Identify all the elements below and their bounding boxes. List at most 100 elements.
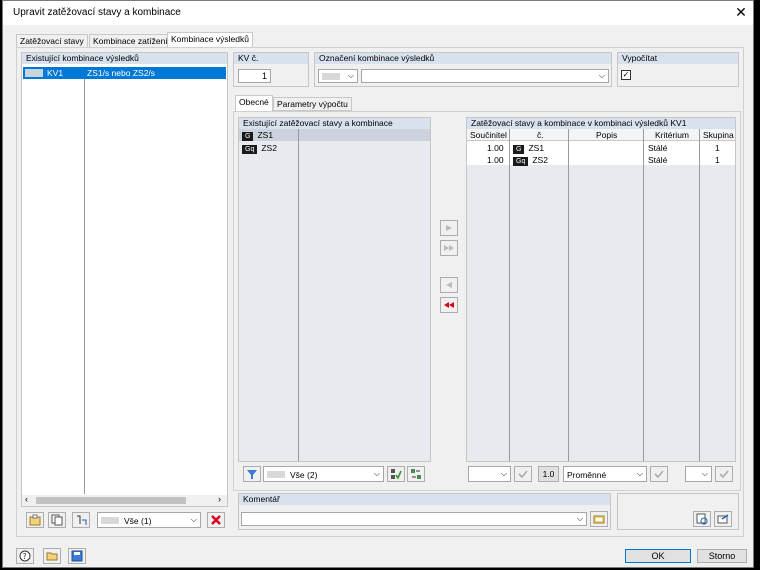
kv-number-input[interactable]: 1 [238, 69, 271, 83]
designation-group: Označení kombinace výsledků ⌵ ⌵ [314, 52, 612, 87]
combination-id: KV1 [47, 68, 64, 78]
filter-swatch [101, 517, 119, 524]
arrow-right-icon [446, 225, 452, 231]
load-case-no: ZS2 [532, 155, 548, 165]
renumber-button[interactable] [72, 512, 90, 528]
remove-button[interactable] [440, 277, 458, 293]
list-item[interactable]: Gq ZS2 [239, 142, 430, 154]
designation-color-select[interactable]: ⌵ [318, 69, 358, 83]
double-arrow-left-icon [444, 302, 454, 308]
existing-filter-value: Vše (2) [290, 470, 318, 480]
arrow-left-icon [446, 282, 452, 288]
group-select[interactable]: ⌵ [685, 466, 712, 482]
add-button[interactable] [440, 220, 458, 236]
apply-factor-button[interactable] [514, 466, 532, 482]
table-row[interactable]: 1.00 Gq ZS2 Stálé 1 [467, 154, 735, 166]
filter-select[interactable]: Vše (1) ⌵ [97, 512, 201, 528]
double-arrow-right-icon [444, 245, 454, 251]
check-icon [719, 470, 729, 479]
new-file-icon [29, 514, 41, 526]
column-description: Popis [596, 130, 618, 140]
tab-load-cases[interactable]: Zatěžovací stavy [16, 34, 88, 48]
check-icon [654, 470, 664, 479]
filter-button[interactable] [243, 466, 261, 482]
criterion-select[interactable]: Proměnné ⌵ [563, 466, 647, 482]
horizontal-scrollbar[interactable]: ‹ › [22, 494, 227, 506]
table-row[interactable]: 1.00 G ZS1 Stálé 1 [467, 142, 735, 154]
delete-icon [211, 515, 221, 525]
chevron-down-icon: ⌵ [190, 515, 197, 524]
window-title: Upravit zatěžovací stavy a kombinace [13, 7, 181, 18]
factor-select[interactable]: ⌵ [468, 466, 511, 482]
scroll-right-icon[interactable]: › [218, 494, 221, 504]
export-button[interactable] [714, 511, 732, 527]
result-combinations-list: Existující kombinace výsledků KV1 ZS1/s … [21, 52, 228, 507]
action-type-tag: Gq [242, 145, 258, 154]
column-factor: Součinitel [470, 130, 507, 140]
apply-criterion-button[interactable] [650, 466, 668, 482]
renumber-icon [77, 515, 87, 525]
tab-calculation-parameters[interactable]: Parametry výpočtu [273, 97, 352, 111]
factor-cell: 1.00 [487, 143, 504, 153]
existing-list-header: Existující zatěžovací stavy a kombinace [239, 118, 430, 129]
comment-group: Komentář ⌵ [238, 493, 611, 530]
group-cell: 1 [715, 143, 720, 153]
tab-load-combinations[interactable]: Kombinace zatížení [89, 34, 172, 48]
column-divider [643, 129, 644, 461]
list-item[interactable]: KV1 ZS1/s nebo ZS2/s [23, 67, 226, 79]
open-button[interactable] [43, 548, 61, 564]
column-criterion: Kritérium [655, 130, 690, 140]
remove-all-button[interactable] [440, 297, 458, 313]
chevron-down-icon: ⌵ [373, 469, 380, 478]
scroll-left-icon[interactable]: ‹ [25, 494, 28, 504]
add-all-button[interactable] [440, 240, 458, 256]
arrange-button[interactable] [407, 466, 425, 482]
copy-icon [51, 514, 63, 526]
scrollbar-thumb[interactable] [36, 497, 186, 504]
number-cell: G ZS1 [513, 143, 544, 154]
tab-result-combinations[interactable]: Kombinace výsledků [167, 32, 253, 48]
check-icon [518, 470, 528, 479]
comment-library-button[interactable] [590, 511, 608, 527]
criterion-cell: Stálé [648, 143, 668, 153]
apply-group-button[interactable] [715, 466, 733, 482]
filter-icon [247, 470, 257, 479]
dialog-window: Upravit zatěžovací stavy a kombinace ✕ Z… [2, 0, 754, 568]
select-all-button[interactable] [387, 466, 405, 482]
column-divider [568, 129, 569, 461]
number-cell: Gq ZS2 [513, 155, 548, 166]
table-header-row: Součinitel č. Popis Kritérium Skupina [467, 129, 735, 141]
column-divider [699, 129, 700, 461]
filter-value: Vše (1) [124, 516, 152, 526]
help-button[interactable]: ? [16, 548, 34, 564]
designation-input[interactable]: ⌵ [361, 69, 609, 83]
kv-number-group: KV č. 1 [233, 52, 309, 87]
compute-checkbox[interactable]: ✓ [621, 70, 631, 80]
save-icon [71, 550, 83, 562]
chevron-down-icon: ⌵ [598, 71, 605, 80]
load-case-entry: Gq ZS2 [242, 143, 277, 154]
details-button[interactable] [693, 511, 711, 527]
cancel-button[interactable]: Storno [697, 549, 747, 563]
chevron-down-icon: ⌵ [701, 469, 708, 478]
title-bar: Upravit zatěžovací stavy a kombinace ✕ [3, 1, 753, 25]
list-item[interactable]: G ZS1 [239, 129, 430, 141]
comment-label: Komentář [239, 494, 610, 505]
open-folder-icon [46, 552, 58, 561]
save-button[interactable] [68, 548, 86, 564]
close-icon[interactable]: ✕ [734, 4, 748, 21]
copy-combination-button[interactable] [48, 512, 66, 528]
arrange-icon [411, 469, 421, 479]
delete-combination-button[interactable] [207, 512, 225, 528]
existing-filter-select[interactable]: Vše (2) ⌵ [263, 466, 384, 482]
tab-general[interactable]: Obecné [235, 95, 273, 111]
factor-cell: 1.00 [487, 155, 504, 165]
group-cell: 1 [715, 155, 720, 165]
ok-button[interactable]: OK [625, 549, 691, 563]
new-combination-button[interactable] [26, 512, 44, 528]
comment-input[interactable]: ⌵ [241, 512, 587, 526]
kv-number-label: KV č. [234, 53, 308, 64]
column-group: Skupina [703, 130, 734, 140]
column-number: č. [537, 130, 544, 140]
factor-value-button[interactable]: 1.0 [538, 466, 559, 482]
